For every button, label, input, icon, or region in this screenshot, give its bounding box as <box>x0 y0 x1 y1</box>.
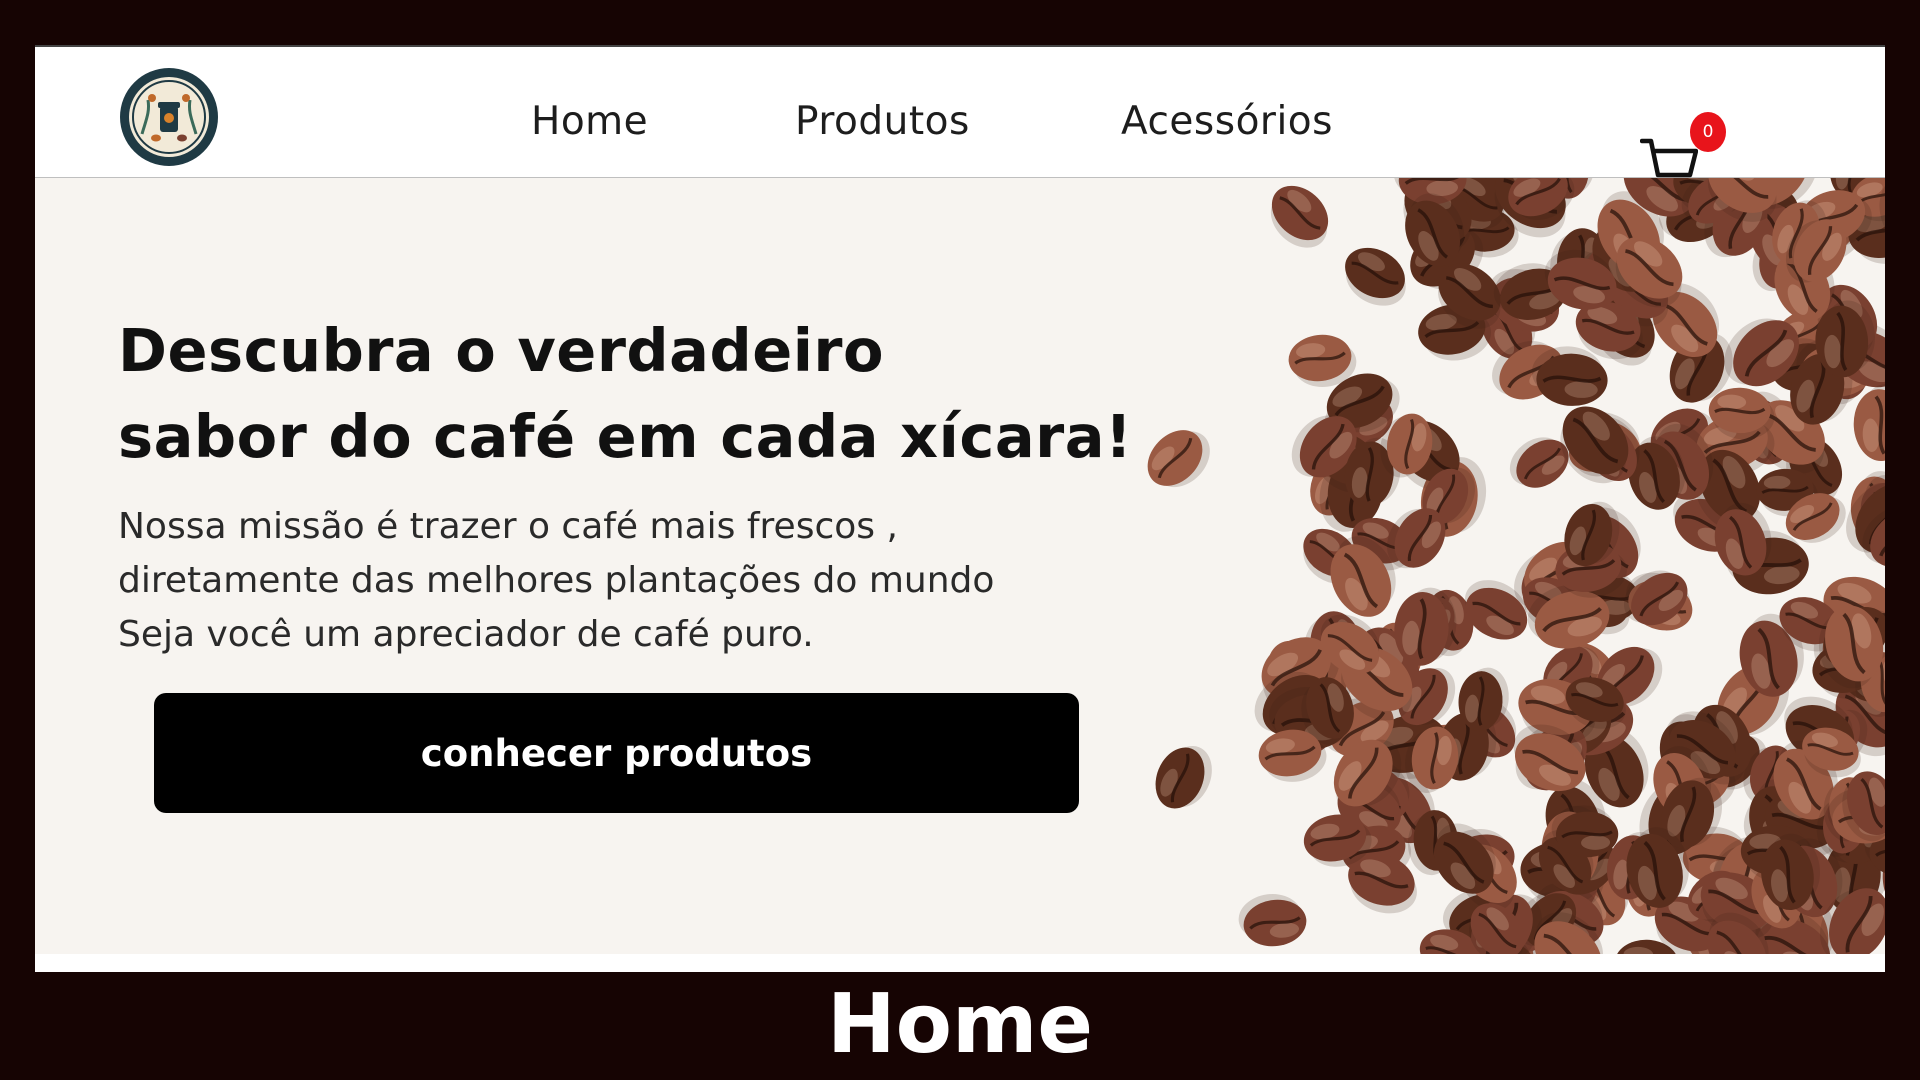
hero-description-line: diretamente das melhores plantações do m… <box>118 560 995 601</box>
hero-description-line: Nossa missão é trazer o café mais fresco… <box>118 506 898 547</box>
coffee-bean <box>1155 745 1212 809</box>
hero-title-line: Descubra o verdadeiro <box>118 316 885 385</box>
coffee-bean <box>1147 430 1210 488</box>
website-screenshot: Home Produtos Acessórios 0 Descubra o ve… <box>35 45 1885 972</box>
logo-graphic <box>122 70 216 164</box>
navbar: Home Produtos Acessórios 0 <box>35 47 1885 193</box>
nav-link-acessorios[interactable]: Acessórios <box>1121 99 1333 144</box>
nav-link-produtos[interactable]: Produtos <box>795 99 970 144</box>
screenshot-caption: Home <box>826 977 1094 1072</box>
hero-description: Nossa missão é trazer o café mais fresco… <box>118 500 994 662</box>
hero-section: Descubra o verdadeiro sabor do café em c… <box>35 178 1885 954</box>
hero-description-line: Seja você um apreciador de café puro. <box>118 614 814 655</box>
cart-count-badge: 0 <box>1690 112 1726 152</box>
coffee-bean <box>1270 185 1329 248</box>
coffee-logo-icon[interactable] <box>120 68 218 166</box>
coffee-bean <box>1345 247 1406 306</box>
conhecer-produtos-button[interactable]: conhecer produtos <box>154 693 1079 813</box>
hero-title: Descubra o verdadeiro sabor do café em c… <box>118 308 1132 480</box>
cart-button[interactable]: 0 <box>1640 92 1740 193</box>
hero-title-line: sabor do café em cada xícara! <box>118 402 1133 471</box>
coffee-bean <box>1238 894 1307 947</box>
page-frame: Home Produtos Acessórios 0 Descubra o ve… <box>0 0 1920 1080</box>
nav-link-home[interactable]: Home <box>531 99 648 144</box>
